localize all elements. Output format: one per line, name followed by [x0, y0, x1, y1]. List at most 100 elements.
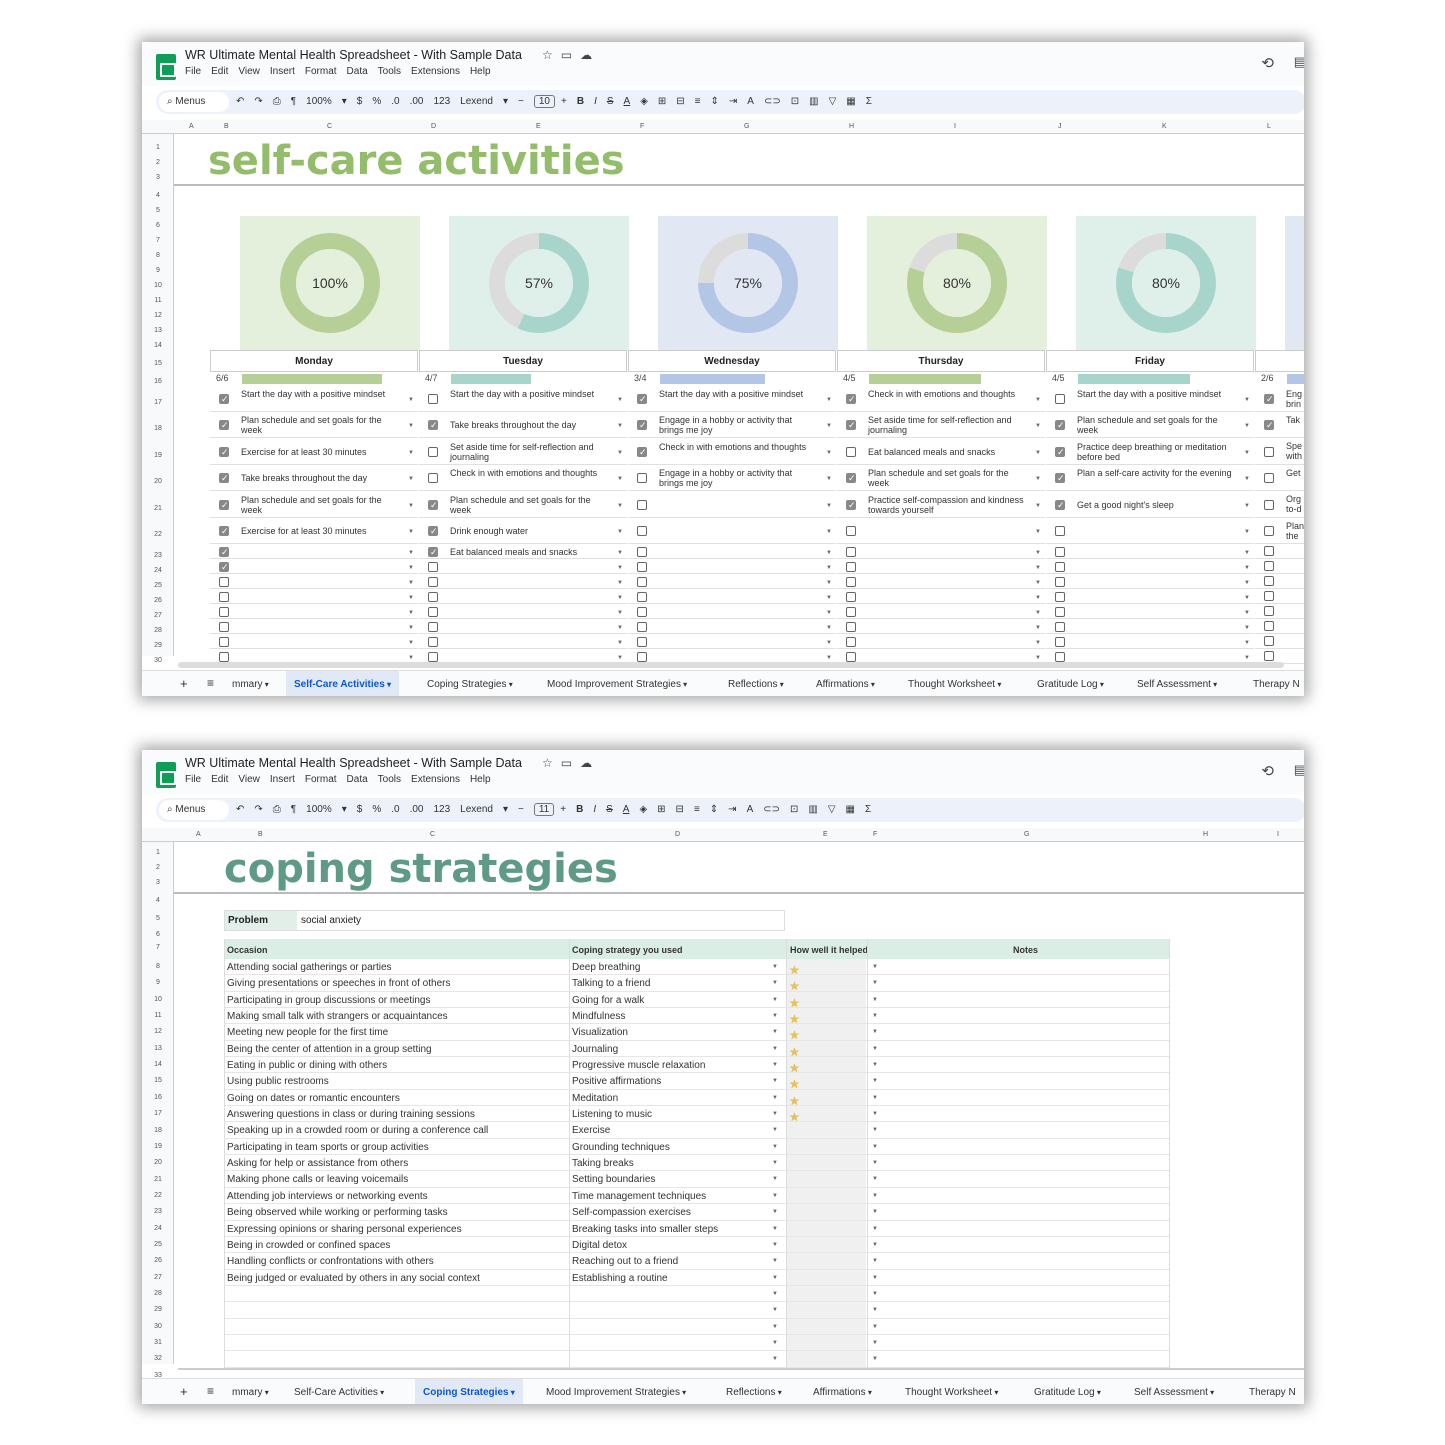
dropdown-arrow-icon[interactable]: ▼: [617, 548, 623, 558]
dropdown-arrow-icon[interactable]: ▼: [872, 1144, 878, 1150]
task-checkbox[interactable]: [846, 473, 856, 483]
col-header[interactable]: H: [1203, 831, 1208, 838]
menu-view[interactable]: View: [238, 66, 260, 77]
undo-icon[interactable]: ↶: [236, 804, 244, 815]
task-checkbox[interactable]: [219, 621, 229, 632]
menu-file[interactable]: File: [185, 66, 201, 77]
col-header[interactable]: C: [327, 123, 332, 130]
task-checkbox[interactable]: [428, 621, 438, 632]
dropdown-arrow-icon[interactable]: ▼: [826, 501, 832, 511]
task-checkbox[interactable]: [1055, 394, 1065, 404]
dropdown-arrow-icon[interactable]: ▼: [772, 1062, 778, 1068]
row-header[interactable]: 17: [142, 1110, 174, 1117]
dropdown-arrow-icon[interactable]: ▼: [772, 1127, 778, 1133]
col-header[interactable]: C: [430, 831, 435, 838]
task-text[interactable]: Plan schedule and set goals for the week: [450, 495, 610, 515]
vertical-align-icon[interactable]: ⇕: [711, 96, 719, 107]
sheet-tab[interactable]: Mood Improvement Strategies ▾: [539, 671, 695, 696]
cloud-status-icon[interactable]: ☁: [580, 756, 600, 770]
dropdown-arrow-icon[interactable]: ▼: [772, 1078, 778, 1084]
task-checkbox[interactable]: [1264, 446, 1274, 457]
task-checkbox[interactable]: [219, 561, 229, 572]
menu-tools[interactable]: Tools: [378, 66, 401, 77]
dropdown-arrow-icon[interactable]: ▼: [617, 448, 623, 458]
task-checkbox[interactable]: [219, 606, 229, 617]
dropdown-arrow-icon[interactable]: ▼: [872, 1095, 878, 1101]
occasion-cell[interactable]: Handling conflicts or confrontations wit…: [227, 1256, 434, 1267]
strategy-cell[interactable]: Breaking tasks into smaller steps: [572, 1224, 718, 1235]
dropdown-arrow-icon[interactable]: ▼: [772, 1275, 778, 1281]
menu-help[interactable]: Help: [470, 774, 491, 785]
dropdown-arrow-icon[interactable]: ▼: [826, 563, 832, 573]
dropdown-arrow-icon[interactable]: ▼: [617, 501, 623, 511]
dropdown-arrow-icon[interactable]: ▼: [772, 1176, 778, 1182]
task-checkbox[interactable]: [1264, 576, 1274, 586]
dropdown-arrow-icon[interactable]: ▼: [772, 964, 778, 970]
font-size-plus-icon[interactable]: +: [561, 96, 567, 107]
row-header[interactable]: 14: [142, 1061, 174, 1068]
merge-cells-icon[interactable]: ⊟: [676, 96, 684, 107]
strategy-cell[interactable]: Taking breaks: [572, 1158, 634, 1169]
dropdown-arrow-icon[interactable]: ▼: [772, 1046, 778, 1052]
menus-search-button[interactable]: ⌕ Menus: [159, 92, 229, 112]
dropdown-arrow-icon[interactable]: ▼: [872, 1340, 878, 1346]
folder-move-icon[interactable]: ▭: [561, 48, 580, 62]
occasion-cell[interactable]: Speaking up in a crowded room or during …: [227, 1125, 488, 1136]
task-text[interactable]: Practice deep breathing or meditation be…: [1077, 442, 1237, 462]
dropdown-arrow-icon[interactable]: ▼: [617, 623, 623, 633]
dropdown-arrow-icon[interactable]: ▼: [408, 474, 414, 484]
task-checkbox[interactable]: [1055, 473, 1065, 483]
task-checkbox[interactable]: [219, 651, 229, 662]
font-select[interactable]: Lexend: [460, 96, 493, 107]
paint-format-icon[interactable]: ¶: [291, 804, 296, 815]
sheets-logo-icon[interactable]: [156, 54, 176, 80]
dropdown-arrow-icon[interactable]: ▼: [1244, 593, 1250, 603]
row-header[interactable]: 23: [142, 1208, 174, 1215]
zoom-select[interactable]: 100%: [306, 96, 332, 107]
dropdown-arrow-icon[interactable]: ▼: [872, 1029, 878, 1035]
decrease-decimal-button[interactable]: .0: [391, 96, 399, 107]
dropdown-arrow-icon[interactable]: ▼: [872, 1275, 878, 1281]
row-header[interactable]: 6: [142, 931, 174, 938]
dropdown-arrow-icon[interactable]: ▼: [772, 997, 778, 1003]
task-checkbox[interactable]: [846, 446, 856, 457]
task-text[interactable]: Spe with: [1286, 441, 1304, 461]
dropdown-arrow-icon[interactable]: ▼: [772, 1095, 778, 1101]
dropdown-arrow-icon[interactable]: ▼: [1035, 638, 1041, 648]
row-header[interactable]: 2: [142, 864, 174, 871]
dropdown-arrow-icon[interactable]: ▼: [872, 1127, 878, 1133]
row-header[interactable]: 13: [142, 327, 174, 334]
task-checkbox[interactable]: [1264, 473, 1274, 483]
dropdown-arrow-icon[interactable]: ▼: [408, 421, 414, 431]
task-checkbox[interactable]: [637, 591, 647, 602]
col-header[interactable]: I: [954, 123, 956, 130]
dropdown-arrow-icon[interactable]: ▼: [772, 1013, 778, 1019]
sheet-tab[interactable]: Reflections ▾: [718, 1379, 790, 1404]
col-header[interactable]: K: [1162, 123, 1167, 130]
zoom-select[interactable]: 100%: [306, 804, 332, 815]
dropdown-arrow-icon[interactable]: ▼: [872, 1111, 878, 1117]
row-header[interactable]: 18: [142, 1127, 174, 1134]
menu-format[interactable]: Format: [305, 66, 337, 77]
dropdown-arrow-icon[interactable]: ▼: [408, 501, 414, 511]
menus-search-button[interactable]: ⌕ Menus: [159, 800, 229, 820]
task-text[interactable]: Set aside time for self-reflection and j…: [450, 442, 610, 462]
dropdown-arrow-icon[interactable]: ▼: [408, 653, 414, 663]
dropdown-arrow-icon[interactable]: ▼: [872, 1291, 878, 1297]
row-header[interactable]: 12: [142, 1028, 174, 1035]
filter-icon[interactable]: ▽: [828, 804, 836, 815]
dropdown-arrow-icon[interactable]: ▼: [1035, 653, 1041, 663]
font-size-minus-icon[interactable]: −: [518, 804, 524, 815]
task-text[interactable]: Plan a self-care activity for the evenin…: [1077, 468, 1237, 478]
dropdown-arrow-icon[interactable]: ▼: [408, 638, 414, 648]
strategy-cell[interactable]: Digital detox: [572, 1240, 627, 1251]
dropdown-arrow-icon[interactable]: ▼: [617, 527, 623, 537]
dropdown-arrow-icon[interactable]: ▼: [408, 448, 414, 458]
dropdown-arrow-icon[interactable]: ▼: [617, 563, 623, 573]
dropdown-arrow-icon[interactable]: ▼: [1244, 395, 1250, 405]
task-checkbox[interactable]: [219, 499, 229, 510]
strategy-cell[interactable]: Grounding techniques: [572, 1142, 670, 1153]
col-header[interactable]: G: [744, 123, 749, 130]
occasion-cell[interactable]: Being in crowded or confined spaces: [227, 1240, 390, 1251]
text-rotation-icon[interactable]: A: [747, 804, 754, 815]
